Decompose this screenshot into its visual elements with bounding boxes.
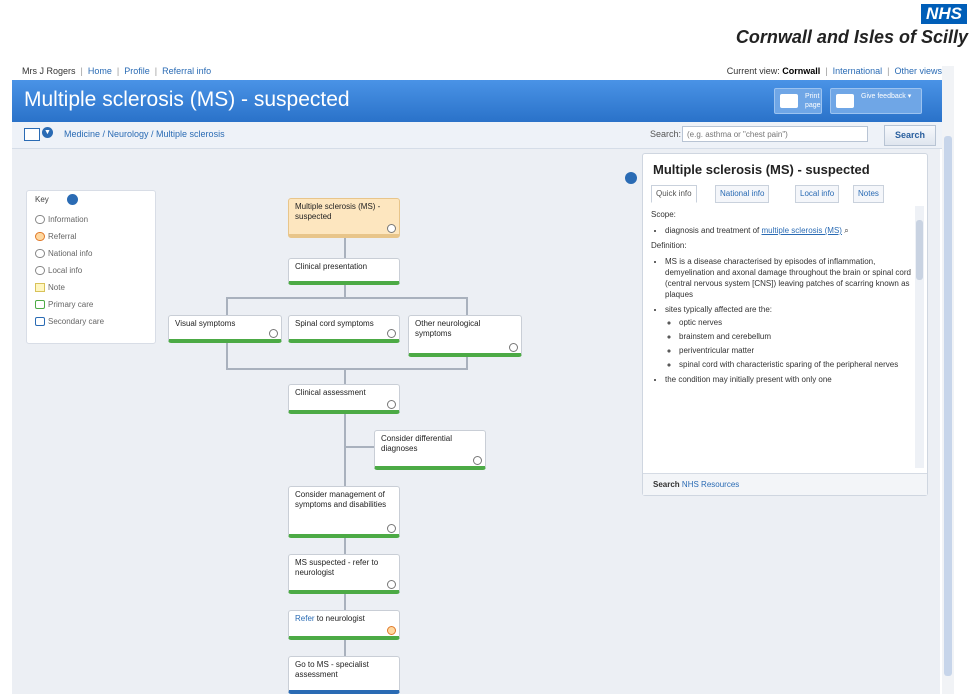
node-go-to-ms-specialist[interactable]: Go to MS - specialist assessment <box>288 656 400 694</box>
node-other-neurological-symptoms[interactable]: Other neurological symptoms <box>408 315 522 357</box>
definition-item: sites typically affected are the: optic … <box>665 304 913 370</box>
node-clinical-presentation[interactable]: Clinical presentation <box>288 258 400 285</box>
tab-quick-info[interactable]: Quick info <box>651 185 697 203</box>
site-item: optic nerves <box>679 317 913 328</box>
page-scrollbar[interactable] <box>942 66 954 694</box>
referral-info-link[interactable]: Referral info <box>162 66 211 76</box>
print-page-button[interactable]: Print page <box>774 88 822 114</box>
secondary-care-icon <box>35 317 45 327</box>
primary-care-icon <box>35 300 45 310</box>
connector <box>226 368 468 370</box>
multiple-sclerosis-link[interactable]: multiple sclerosis (MS) <box>762 226 842 235</box>
nhs-resources-link[interactable]: NHS Resources <box>682 480 739 489</box>
connector <box>344 414 346 684</box>
menu-icon[interactable] <box>24 128 40 141</box>
organisation-name: Cornwall and Isles of Scilly <box>735 27 968 47</box>
tab-notes[interactable]: Notes <box>853 185 884 203</box>
key-item-referral: Referral <box>35 232 76 242</box>
key-item-national-info: National info <box>35 249 92 259</box>
definition-label: Definition: <box>651 241 687 250</box>
national-info-icon <box>35 249 45 259</box>
chevron-down-icon[interactable]: ▼ <box>42 127 53 138</box>
note-icon <box>35 283 45 293</box>
information-icon[interactable] <box>509 343 518 352</box>
definition-item: MS is a disease characterised by episode… <box>665 256 913 300</box>
information-icon[interactable] <box>473 456 482 465</box>
printer-icon <box>780 94 798 108</box>
search-button[interactable]: Search <box>884 125 936 146</box>
site-item: brainstem and cerebellum <box>679 331 913 342</box>
connector <box>344 368 346 384</box>
referral-icon <box>35 232 45 242</box>
tab-national-info[interactable]: National info <box>715 185 770 203</box>
breadcrumb-bar: ▼ Medicine / Neurology / Multiple sclero… <box>12 122 942 149</box>
search-input[interactable] <box>682 126 868 142</box>
international-link[interactable]: International <box>833 66 883 76</box>
node-refer-to-neurologist[interactable]: Refer to neurologist <box>288 610 400 640</box>
node-ms-suspected-refer[interactable]: MS suspected - refer to neurologist <box>288 554 400 594</box>
panel-footer: Search NHS Resources <box>643 473 927 495</box>
home-link[interactable]: Home <box>88 66 112 76</box>
other-views-link[interactable]: Other views <box>894 66 942 76</box>
information-icon <box>35 215 45 225</box>
panel-content: Scope: diagnosis and treatment of multip… <box>651 206 913 468</box>
top-links-bar: Mrs J Rogers | Home | Profile | Referral info … <box>22 66 942 76</box>
referral-icon[interactable] <box>387 626 396 635</box>
node-clinical-assessment[interactable]: Clinical assessment <box>288 384 400 414</box>
key-item-note: Note <box>35 283 65 293</box>
key-item-local-info: Local info <box>35 266 82 276</box>
connector <box>344 446 374 448</box>
node-ms-suspected[interactable]: Multiple sclerosis (MS) - suspected <box>288 198 400 238</box>
key-panel: Key Information Referral National info L… <box>26 190 156 344</box>
node-consider-differential-diagnoses[interactable]: Consider differential diagnoses <box>374 430 486 470</box>
connector <box>344 284 346 298</box>
information-icon[interactable] <box>387 400 396 409</box>
feedback-icon <box>836 94 854 108</box>
site-item: periventricular matter <box>679 345 913 356</box>
information-icon[interactable] <box>387 524 396 533</box>
key-toggle-icon[interactable] <box>67 194 78 205</box>
collapse-panel-icon[interactable] <box>625 172 637 184</box>
give-feedback-button[interactable]: Give feedback ▾ <box>830 88 922 114</box>
information-icon[interactable] <box>387 224 396 233</box>
give-feedback-label: Give feedback <box>861 93 906 100</box>
nhs-logo: NHS <box>921 4 967 24</box>
connector <box>226 297 466 299</box>
information-icon[interactable] <box>387 329 396 338</box>
info-panel: Multiple sclerosis (MS) - suspected Quic… <box>642 153 928 496</box>
node-visual-symptoms[interactable]: Visual symptoms <box>168 315 282 343</box>
node-spinal-cord-symptoms[interactable]: Spinal cord symptoms <box>288 315 400 343</box>
refer-link[interactable]: Refer <box>295 614 315 623</box>
scope-label: Scope: <box>651 210 676 219</box>
scope-item: diagnosis and treatment of multiple scle… <box>665 225 913 236</box>
current-view-label: Current view: <box>726 66 780 76</box>
site-item: spinal cord with characteristic sparing … <box>679 359 913 370</box>
key-item-primary-care: Primary care <box>35 300 93 310</box>
page-title: Multiple sclerosis (MS) - suspected <box>24 88 350 111</box>
search-icon[interactable]: ⌕ <box>844 226 848 235</box>
footer-search-label: Search <box>653 480 680 489</box>
key-item-secondary-care: Secondary care <box>35 317 104 327</box>
tab-local-info[interactable]: Local info <box>795 185 840 203</box>
node-consider-management[interactable]: Consider management of symptoms and disa… <box>288 486 400 538</box>
panel-scrollbar[interactable] <box>915 206 924 468</box>
definition-item: the condition may initially present with… <box>665 374 913 385</box>
current-view-value: Cornwall <box>782 66 821 76</box>
user-name: Mrs J Rogers <box>22 66 76 76</box>
search-label: Search: <box>650 129 682 139</box>
key-item-information: Information <box>35 215 88 225</box>
information-icon[interactable] <box>387 580 396 589</box>
breadcrumb[interactable]: Medicine / Neurology / Multiple sclerosi… <box>64 129 225 139</box>
profile-link[interactable]: Profile <box>124 66 150 76</box>
panel-title: Multiple sclerosis (MS) - suspected <box>653 162 870 177</box>
title-bar: Multiple sclerosis (MS) - suspected Prin… <box>12 80 942 122</box>
key-title: Key <box>35 195 49 204</box>
print-page-label: Print page <box>805 93 821 109</box>
connector <box>344 235 346 259</box>
information-icon[interactable] <box>269 329 278 338</box>
local-info-icon <box>35 266 45 276</box>
